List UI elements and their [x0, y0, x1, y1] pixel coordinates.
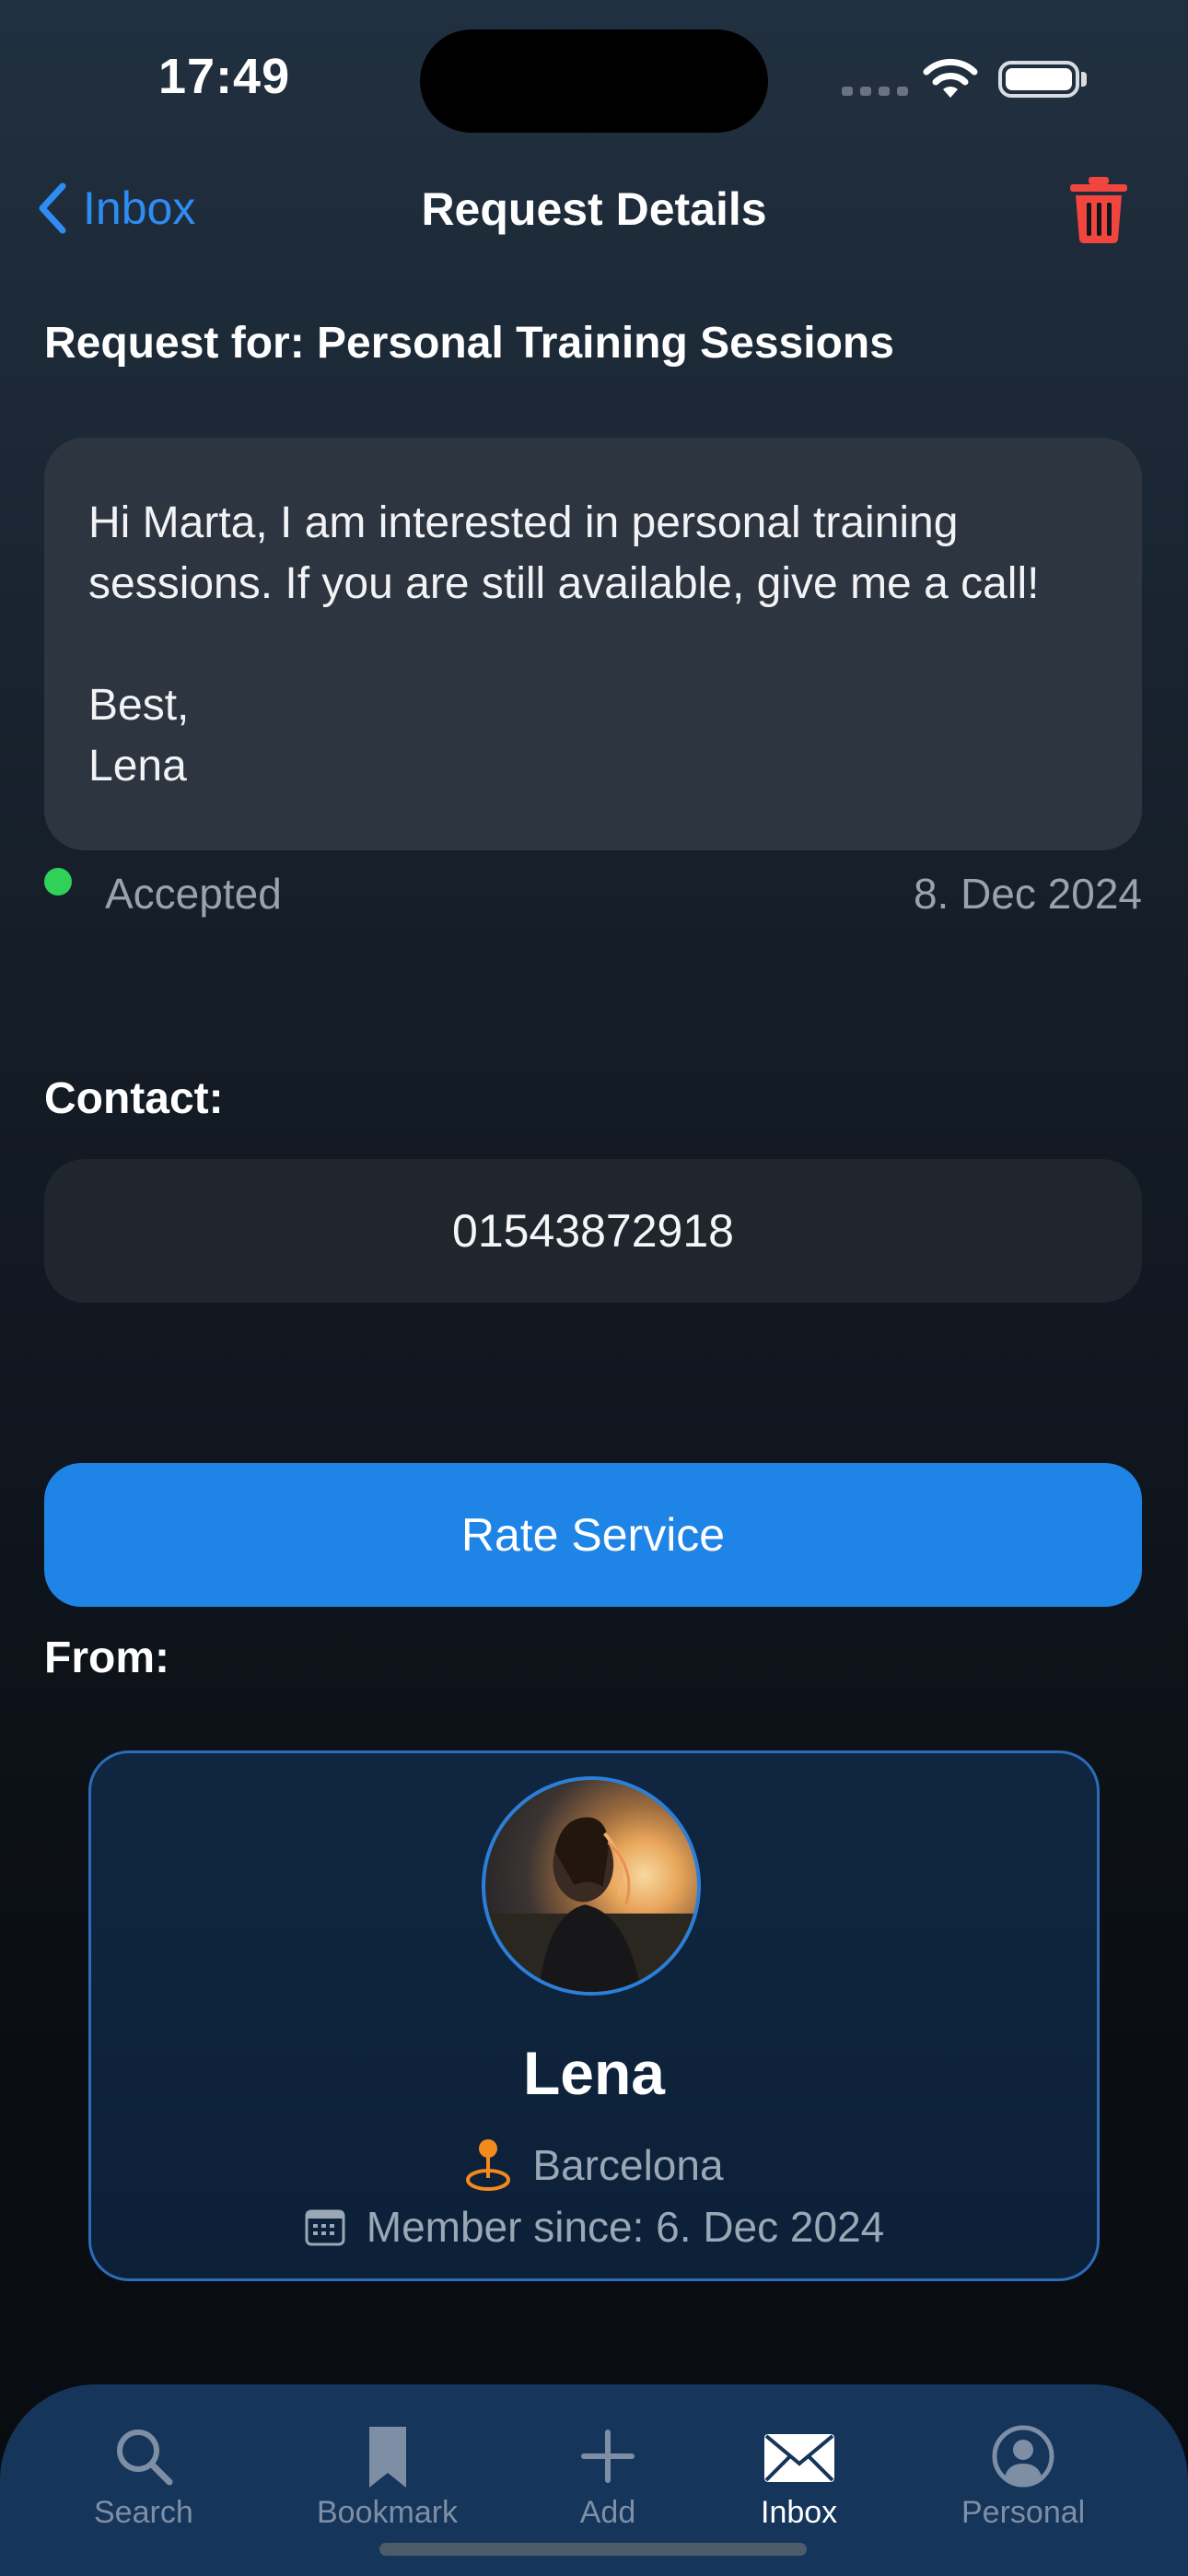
bookmark-icon [368, 2427, 406, 2488]
rate-service-button[interactable]: Rate Service [44, 1463, 1142, 1607]
calendar-icon [305, 2209, 345, 2246]
battery-icon [998, 61, 1079, 98]
request-heading: Request for: Personal Training Sessions [44, 319, 894, 368]
page-title: Request Details [421, 183, 767, 235]
tab-add[interactable]: Add [575, 2423, 641, 2531]
battery-cap [1081, 72, 1087, 87]
plus-icon [581, 2430, 635, 2483]
tab-search[interactable]: Search [94, 2423, 193, 2531]
envelope-icon [763, 2434, 834, 2482]
message-card: Hi Marta, I am interested in personal tr… [44, 438, 1142, 850]
request-date: 8. Dec 2024 [913, 870, 1142, 918]
tab-bookmark[interactable]: Bookmark [317, 2423, 458, 2531]
message-text: Hi Marta, I am interested in personal tr… [88, 498, 1040, 790]
location-pin-icon [466, 2139, 511, 2191]
location-label: Barcelona [532, 2141, 724, 2189]
home-indicator[interactable] [379, 2543, 807, 2556]
contact-heading: Contact: [44, 1074, 224, 1123]
dynamic-island [420, 29, 768, 133]
member-since-label: Member since: 6. Dec 2024 [366, 2203, 885, 2251]
sender-name: Lena [522, 2039, 666, 2107]
trash-icon[interactable] [1068, 175, 1129, 245]
person-circle-icon [992, 2425, 1054, 2488]
tab-personal-label: Personal [961, 2495, 1086, 2530]
from-heading: From: [44, 1633, 169, 1682]
cellular-signal-icon [842, 87, 908, 96]
status-indicator-dot [44, 868, 72, 896]
tab-bookmark-label: Bookmark [317, 2495, 459, 2530]
avatar [482, 1776, 701, 1996]
tab-search-label: Search [94, 2495, 193, 2530]
phone-number-field[interactable]: 01543872918 [44, 1159, 1142, 1303]
wifi-icon [923, 58, 978, 98]
tab-personal[interactable]: Personal [961, 2423, 1085, 2531]
tab-inbox-label: Inbox [761, 2495, 838, 2530]
location-row: Barcelona [0, 2137, 1188, 2193]
status-label: Accepted [105, 870, 282, 918]
member-since-row: Member since: 6. Dec 2024 [0, 2202, 1188, 2252]
search-icon [116, 2430, 173, 2486]
tab-add-label: Add [579, 2495, 636, 2530]
tab-inbox[interactable]: Inbox [761, 2423, 837, 2531]
status-time: 17:49 [158, 49, 291, 104]
